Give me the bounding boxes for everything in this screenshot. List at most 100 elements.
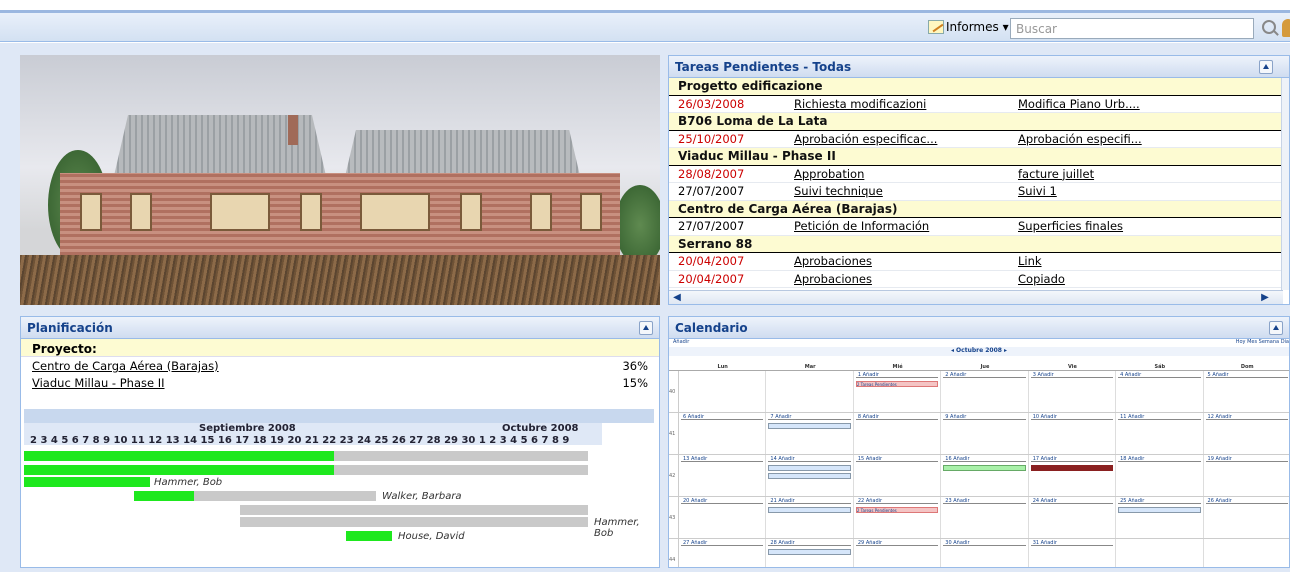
- day-header[interactable]: 21 Añadir: [768, 498, 851, 504]
- day-header[interactable]: 20 Añadir: [681, 498, 764, 504]
- day-add-link[interactable]: Añadir: [1125, 372, 1141, 378]
- day-header[interactable]: 27 Añadir: [681, 540, 764, 546]
- calendar-day[interactable]: 18 Añadir: [1116, 455, 1204, 496]
- day-header[interactable]: 12 Añadir: [1205, 414, 1288, 420]
- day-header[interactable]: 28 Añadir: [768, 540, 851, 546]
- calendar-day[interactable]: 26 Añadir: [1204, 497, 1289, 538]
- horizontal-scrollbar[interactable]: ◀ ▶: [669, 290, 1283, 304]
- day-header[interactable]: 18 Añadir: [1118, 456, 1201, 462]
- document-link[interactable]: Superficies finales: [1018, 219, 1123, 233]
- scroll-left-icon[interactable]: ◀: [671, 292, 683, 303]
- calendar-day[interactable]: [679, 371, 767, 412]
- document-link[interactable]: facture juillet: [1018, 167, 1094, 181]
- day-header[interactable]: 14 Añadir: [768, 456, 851, 462]
- calendar-day[interactable]: 17 Añadir: [1029, 455, 1117, 496]
- calendar-day[interactable]: 5 Añadir: [1204, 371, 1289, 412]
- task-link[interactable]: Approbation: [794, 167, 1018, 181]
- task-link[interactable]: Aprobación especificac...: [794, 132, 1018, 146]
- gantt-bar[interactable]: [24, 465, 334, 475]
- day-header[interactable]: 8 Añadir: [855, 414, 939, 420]
- calendar-event[interactable]: 2 Tareas Pendientes: [855, 381, 939, 387]
- day-header[interactable]: 15 Añadir: [855, 456, 939, 462]
- calendar-day[interactable]: 8 Añadir: [854, 413, 942, 454]
- calendar-day[interactable]: 27 Añadir: [679, 539, 767, 567]
- day-header[interactable]: 29 Añadir: [855, 540, 939, 546]
- day-header[interactable]: 16 Añadir: [943, 456, 1026, 462]
- day-add-link[interactable]: Añadir: [1041, 498, 1057, 504]
- day-add-link[interactable]: Añadir: [863, 414, 879, 420]
- day-add-link[interactable]: Añadir: [950, 372, 966, 378]
- calendar-day[interactable]: 28 Añadir: [766, 539, 854, 567]
- day-header[interactable]: 5 Añadir: [1205, 372, 1288, 378]
- day-add-link[interactable]: Añadir: [1041, 456, 1057, 462]
- day-header[interactable]: 4 Añadir: [1118, 372, 1201, 378]
- collapse-icon[interactable]: [1259, 60, 1273, 74]
- calendar-day[interactable]: 7 Añadir: [766, 413, 854, 454]
- document-link[interactable]: Aprobación especifi...: [1018, 132, 1142, 146]
- task-row[interactable]: 20/04/2007 Aprobaciones Link: [669, 253, 1283, 271]
- calendar-day[interactable]: 29 Añadir: [854, 539, 942, 567]
- project-row[interactable]: Viaduc Millau - Phase II 15%: [21, 374, 659, 391]
- day-header[interactable]: 11 Añadir: [1118, 414, 1201, 420]
- gantt-bar[interactable]: [24, 451, 334, 461]
- gantt-bar[interactable]: [334, 451, 588, 461]
- project-row[interactable]: Centro de Carga Aérea (Barajas) 36%: [21, 357, 659, 374]
- day-header[interactable]: 17 Añadir: [1030, 456, 1114, 462]
- day-add-link[interactable]: Añadir: [691, 498, 707, 504]
- task-row[interactable]: 20/04/2007 Aprobaciones Copiado: [669, 271, 1283, 288]
- task-row[interactable]: 26/03/2008 Richiesta modificazioni Modific…: [669, 96, 1283, 113]
- calendar-day[interactable]: 1 Añadir 2 Tareas Pendientes: [854, 371, 942, 412]
- day-add-link[interactable]: Añadir: [1128, 456, 1144, 462]
- day-add-link[interactable]: Añadir: [1212, 372, 1228, 378]
- calendar-day[interactable]: 13 Añadir: [679, 455, 767, 496]
- search-input[interactable]: Buscar: [1010, 18, 1254, 39]
- gantt-bar[interactable]: [240, 517, 588, 527]
- calendar-day[interactable]: [1116, 539, 1204, 567]
- document-link[interactable]: Link: [1018, 254, 1042, 268]
- day-header[interactable]: 13 Añadir: [681, 456, 764, 462]
- calendar-event[interactable]: [768, 549, 851, 555]
- view-buttons[interactable]: Hoy Mes Semana Día: [1236, 339, 1289, 347]
- reports-menu[interactable]: Informes ▾: [928, 20, 1009, 34]
- project-link[interactable]: Centro de Carga Aérea (Barajas): [32, 359, 219, 373]
- day-add-link[interactable]: Añadir: [953, 540, 969, 546]
- day-add-link[interactable]: Añadir: [866, 456, 882, 462]
- calendar-event[interactable]: [943, 465, 1026, 471]
- gantt-bar[interactable]: [194, 491, 376, 501]
- calendar-day[interactable]: 31 Añadir: [1029, 539, 1117, 567]
- day-add-link[interactable]: Añadir: [1037, 372, 1053, 378]
- day-header[interactable]: 30 Añadir: [943, 540, 1026, 546]
- day-add-link[interactable]: Añadir: [863, 372, 879, 378]
- day-header[interactable]: 6 Añadir: [681, 414, 764, 420]
- day-header[interactable]: 9 Añadir: [943, 414, 1026, 420]
- task-link[interactable]: Richiesta modificazioni: [794, 97, 1018, 111]
- calendar-event[interactable]: [1030, 465, 1114, 471]
- day-header[interactable]: 22 Añadir: [855, 498, 939, 504]
- day-add-link[interactable]: Añadir: [866, 498, 882, 504]
- day-add-link[interactable]: Añadir: [1041, 414, 1057, 420]
- calendar-day[interactable]: 4 Añadir: [1116, 371, 1204, 412]
- calendar-event[interactable]: [1118, 507, 1201, 513]
- calendar-day[interactable]: 24 Añadir: [1029, 497, 1117, 538]
- day-header[interactable]: 25 Añadir: [1118, 498, 1201, 504]
- task-link[interactable]: Aprobaciones: [794, 254, 1018, 268]
- gantt-bar[interactable]: [346, 531, 392, 541]
- calendar-day[interactable]: 20 Añadir: [679, 497, 767, 538]
- calendar-day[interactable]: 21 Añadir: [766, 497, 854, 538]
- document-link[interactable]: Modifica Piano Urb....: [1018, 97, 1140, 111]
- day-add-link[interactable]: Añadir: [1216, 456, 1232, 462]
- gantt-bar[interactable]: [334, 465, 588, 475]
- day-add-link[interactable]: Añadir: [778, 540, 794, 546]
- day-add-link[interactable]: Añadir: [953, 498, 969, 504]
- day-header[interactable]: 31 Añadir: [1030, 540, 1114, 546]
- day-add-link[interactable]: Añadir: [866, 540, 882, 546]
- task-row[interactable]: 27/07/2007 Petición de Información Superfi…: [669, 218, 1283, 236]
- day-header[interactable]: 2 Añadir: [943, 372, 1026, 378]
- day-add-link[interactable]: Añadir: [1128, 498, 1144, 504]
- day-add-link[interactable]: Añadir: [950, 414, 966, 420]
- calendar-day[interactable]: 14 Añadir: [766, 455, 854, 496]
- calendar-event[interactable]: [768, 465, 851, 471]
- day-add-link[interactable]: Añadir: [1216, 414, 1232, 420]
- day-header[interactable]: 23 Añadir: [943, 498, 1026, 504]
- calendar-day[interactable]: 30 Añadir: [941, 539, 1029, 567]
